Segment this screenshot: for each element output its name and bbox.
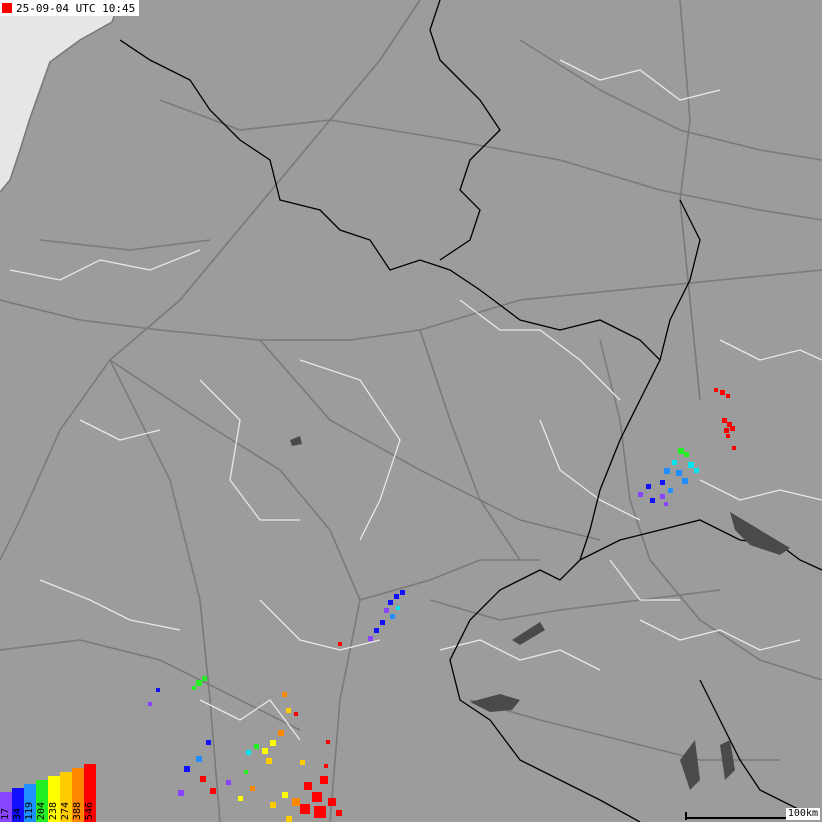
strike-legend: 17 34 119 204 238 274 388 546	[0, 764, 96, 822]
legend-item-label: 238	[48, 801, 59, 820]
legend-item-label: 388	[72, 801, 83, 820]
legend-item: 546	[84, 764, 96, 822]
scale-label: 100km	[785, 808, 820, 820]
legend-item: 119	[24, 784, 36, 822]
timestamp-text: 25-09-04 UTC 10:45	[16, 1, 136, 15]
legend-item: 388	[72, 768, 84, 822]
legend-item: 238	[48, 776, 60, 822]
legend-item-label: 119	[24, 801, 35, 820]
legend-item-label: 274	[60, 801, 71, 820]
legend-item: 204	[36, 780, 48, 822]
land-area	[0, 0, 822, 822]
legend-item: 34	[12, 788, 24, 822]
legend-item: 17	[0, 792, 12, 822]
legend-item: 274	[60, 772, 72, 822]
legend-item-label: 17	[0, 807, 11, 820]
map-canvas[interactable]	[0, 0, 822, 822]
legend-item-label: 546	[84, 801, 95, 820]
timestamp-label: 25-09-04 UTC 10:45	[0, 0, 140, 16]
legend-item-label: 204	[36, 801, 47, 820]
live-indicator-icon	[2, 3, 12, 13]
legend-item-label: 34	[12, 807, 23, 820]
